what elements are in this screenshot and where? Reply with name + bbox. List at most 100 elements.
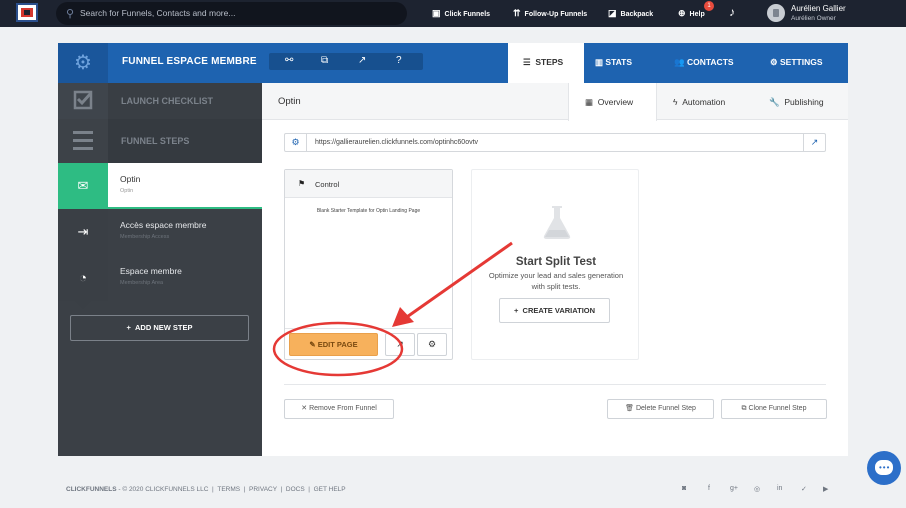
card-header: ⚑ Control <box>285 170 452 198</box>
tab-stats[interactable]: ▥ STATS <box>595 57 632 68</box>
tab-overview[interactable]: ▦ Overview <box>568 83 657 121</box>
funnel-header: ⚙ FUNNEL ESPACE MEMBRE ⚯ ⧉ ↗ ? ☰ STEPS ▥… <box>58 43 848 83</box>
instagram-icon[interactable]: ◙ <box>682 485 686 492</box>
funnel-title: FUNNEL ESPACE MEMBRE <box>122 56 257 67</box>
card-label: Control <box>315 180 340 189</box>
control-page-card: ⚑ Control Blank Starter Template for Opt… <box>284 169 453 360</box>
step-pointer <box>75 301 91 309</box>
dashboard-icon: ◔ <box>58 255 108 301</box>
gear-icon: ⚙ <box>427 339 437 349</box>
page-title: Optin <box>278 96 301 107</box>
plus-icon: + <box>126 323 131 332</box>
funnel-actions-group: ⚯ ⧉ ↗ ? <box>269 53 423 70</box>
preview-page-button[interactable]: ↗ <box>385 333 415 356</box>
users-icon: 👥 <box>674 57 685 67</box>
help-notification-badge: 1 <box>704 1 714 11</box>
footer-link-docs[interactable]: DOCS <box>286 486 305 493</box>
footer: CLICKFUNNELS - © 2020 CLICKFUNNELS LLC |… <box>66 486 346 493</box>
external-link-icon: ↗ <box>396 339 404 349</box>
instagram-icon[interactable]: ◎ <box>754 485 760 493</box>
create-variation-button[interactable]: + CREATE VARIATION <box>499 298 610 323</box>
clickfunnels-logo-icon[interactable] <box>16 3 38 22</box>
bar-chart-icon: ▥ <box>595 57 604 67</box>
chat-support-button[interactable]: ••• <box>867 451 901 485</box>
top-nav-bar: ⚲ Search for Funnels, Contacts and more.… <box>0 0 906 27</box>
sign-in-icon: ⇥ <box>58 209 108 255</box>
footer-brand: CLICKFUNNELS <box>66 486 117 493</box>
plus-icon: + <box>513 306 519 315</box>
tab-contacts[interactable]: 👥 CONTACTS <box>674 57 734 68</box>
open-url-external-icon[interactable]: ↗ <box>803 134 825 151</box>
split-test-description: Optimize your lead and sales generation … <box>488 271 624 291</box>
close-icon: ✕ <box>301 405 308 412</box>
url-settings-gear-icon[interactable]: ⚙ <box>285 134 307 151</box>
clone-funnel-step-button[interactable]: ⧉ Clone Funnel Step <box>721 399 827 419</box>
facebook-icon[interactable]: f <box>708 485 710 492</box>
chat-icon: ••• <box>879 463 891 472</box>
main-panel: Optin ▦ Overview ϟ Automation 🔧 Publishi… <box>262 83 848 456</box>
split-test-card: Start Split Test Optimize your lead and … <box>471 169 639 360</box>
footer-link-terms[interactable]: TERMS <box>217 486 240 493</box>
tab-automation[interactable]: ϟ Automation <box>657 83 755 120</box>
page-title-bar: Optin ▦ Overview ϟ Automation 🔧 Publishi… <box>262 83 848 121</box>
nav-follow-up-funnels[interactable]: ⇈ Follow-Up Funnels <box>513 8 587 19</box>
split-test-title: Start Split Test <box>515 256 597 268</box>
sidebar-item-launch-checklist[interactable]: LAUNCH CHECKLIST <box>58 83 262 119</box>
copy-icon[interactable]: ⧉ <box>321 55 328 66</box>
funnel-settings-gear-icon[interactable]: ⚙ <box>58 43 108 83</box>
nav-backpack[interactable]: ◪ Backpack <box>608 8 653 19</box>
template-description: Blank Starter Template for Optin Landing… <box>316 208 421 214</box>
nav-help[interactable]: ⊕ Help <box>678 8 705 19</box>
nav-click-funnels[interactable]: ▣ Click Funnels <box>432 8 490 19</box>
footer-link-privacy[interactable]: PRIVACY <box>249 486 277 493</box>
page-url[interactable]: https://gallieraurelien.clickfunnels.com… <box>315 139 478 146</box>
footer-copyright: - © 2020 CLICKFUNNELS LLC <box>118 486 209 493</box>
external-link-icon[interactable]: ↗ <box>358 55 366 66</box>
help-circle-icon[interactable]: ? <box>396 55 402 66</box>
follow-up-icon: ⇈ <box>513 8 521 18</box>
remove-from-funnel-button[interactable]: ✕ Remove From Funnel <box>284 399 394 419</box>
edit-page-button[interactable]: ✎ EDIT PAGE <box>289 333 378 356</box>
twitter-icon[interactable]: ✓ <box>801 485 807 493</box>
notifications-bell-icon[interactable]: ♪ <box>729 5 735 19</box>
edit-icon: ✎ <box>309 340 316 349</box>
wrench-icon: 🔧 <box>769 97 780 107</box>
funnels-icon: ▣ <box>432 8 441 18</box>
google-plus-icon[interactable]: g+ <box>730 485 738 492</box>
sidebar-item-funnel-steps[interactable]: FUNNEL STEPS <box>58 119 262 163</box>
user-name[interactable]: Aurélien Gallier <box>791 4 846 13</box>
grid-icon: ▦ <box>585 97 594 107</box>
trash-icon: 🗑 <box>625 405 634 412</box>
help-icon: ⊕ <box>678 8 686 18</box>
list-icon: ☰ <box>523 57 531 67</box>
user-role: Aurélien Owner <box>791 15 836 22</box>
link-icon[interactable]: ⚯ <box>285 55 293 66</box>
gear-icon: ⚙ <box>770 57 778 67</box>
search-placeholder: Search for Funnels, Contacts and more... <box>80 8 236 18</box>
delete-funnel-step-button[interactable]: 🗑 Delete Funnel Step <box>607 399 714 419</box>
backpack-icon: ◪ <box>608 8 617 18</box>
footer-link-get-help[interactable]: GET HELP <box>314 486 346 493</box>
clone-icon: ⧉ <box>741 405 747 412</box>
flag-icon: ⚑ <box>298 179 306 188</box>
page-url-field[interactable]: ⚙ https://gallieraurelien.clickfunnels.c… <box>284 133 826 152</box>
user-avatar[interactable] <box>767 4 785 22</box>
tab-steps[interactable]: ☰ STEPS <box>508 43 584 83</box>
linkedin-icon[interactable]: in <box>777 485 782 492</box>
sidebar: LAUNCH CHECKLIST FUNNEL STEPS ✉ Optin Op… <box>58 83 262 456</box>
checklist-icon <box>73 90 93 110</box>
sidebar-step-acces-espace-membre[interactable]: ⇥ Accès espace membre Membership Access <box>58 209 262 263</box>
sidebar-step-optin[interactable]: ✉ Optin Optin <box>58 163 262 217</box>
tab-publishing[interactable]: 🔧 Publishing <box>755 83 848 120</box>
sidebar-step-espace-membre[interactable]: ◔ Espace membre Membership Area <box>58 255 262 309</box>
tab-settings[interactable]: ⚙ SETTINGS <box>770 57 823 68</box>
add-new-step-button[interactable]: + ADD NEW STEP <box>70 315 249 341</box>
card-footer: ✎ EDIT PAGE ↗ ⚙ <box>285 328 452 360</box>
youtube-icon[interactable]: ▶ <box>823 485 828 493</box>
lightning-icon: ϟ <box>673 97 678 107</box>
search-icon: ⚲ <box>66 8 75 20</box>
steps-menu-icon <box>73 131 93 150</box>
page-settings-button[interactable]: ⚙ <box>417 333 447 356</box>
flask-icon <box>543 206 571 239</box>
search-input[interactable]: ⚲ Search for Funnels, Contacts and more.… <box>56 2 407 25</box>
